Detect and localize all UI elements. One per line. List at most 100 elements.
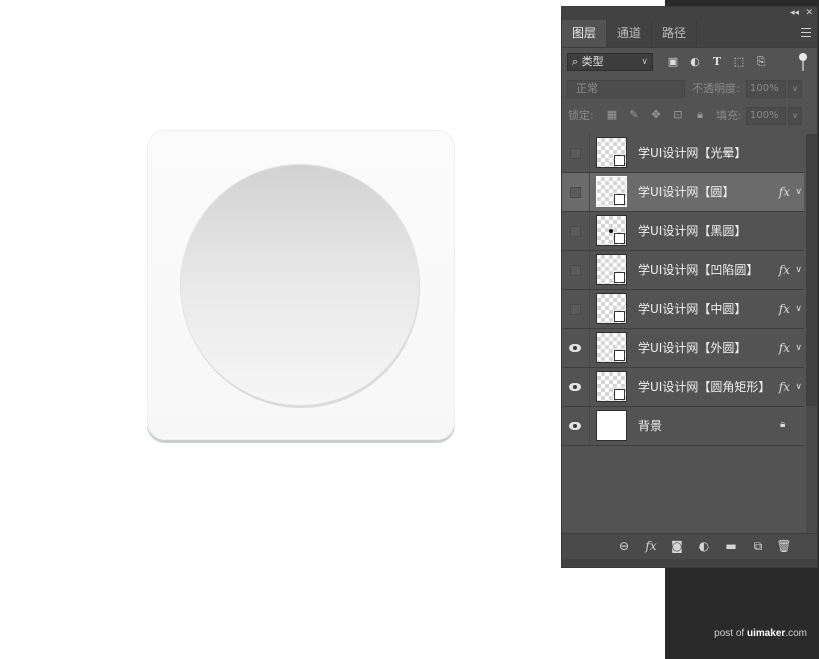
visibility-toggle[interactable] xyxy=(568,263,582,277)
fx-icon[interactable]: fx xyxy=(779,290,790,328)
scrollbar-thumb[interactable] xyxy=(806,134,817,406)
layers-scrollbar[interactable] xyxy=(806,134,817,534)
type-filter-icon[interactable]: T xyxy=(710,55,724,69)
layer-name[interactable]: 学UI设计网【光晕】 xyxy=(638,134,746,172)
collapse-icon[interactable]: ◂◂ xyxy=(790,7,799,20)
layer-row[interactable]: 学UI设计网【圆】 fx ∨ xyxy=(562,173,804,212)
lock-image-pixels-icon[interactable]: ✎ xyxy=(628,109,640,121)
layer-name[interactable]: 学UI设计网【中圆】 xyxy=(638,290,746,328)
fill-dropdown-icon[interactable]: ∨ xyxy=(788,107,802,125)
tab-layers[interactable]: 图层 xyxy=(562,20,608,47)
layer-name[interactable]: 学UI设计网【凹陷圆】 xyxy=(638,251,758,289)
shape-filter-icon[interactable]: ⬚ xyxy=(732,55,746,69)
layer-row[interactable]: 学UI设计网【凹陷圆】 fx ∨ xyxy=(562,251,804,290)
lock-row: 锁定: ▦ ✎ ✥ ⊡ 🔒︎ 填充: 100% ∨ xyxy=(562,102,817,129)
lock-icon[interactable]: 🔒︎ xyxy=(780,419,790,431)
layer-name[interactable]: 背景 xyxy=(638,407,662,445)
layer-row[interactable]: 学UI设计网【圆角矩形】 fx ∨ xyxy=(562,368,804,407)
smart-object-icon xyxy=(614,272,625,283)
chevron-down-icon: ∨ xyxy=(641,57,648,67)
lock-label: 锁定: xyxy=(568,109,594,122)
delete-layer-icon[interactable]: 🗑︎ xyxy=(776,539,792,554)
fx-icon[interactable]: fx xyxy=(779,368,790,406)
layer-row[interactable]: 学UI设计网【外圆】 fx ∨ xyxy=(562,329,804,368)
layer-row[interactable]: 学UI设计网【中圆】 fx ∨ xyxy=(562,290,804,329)
layers-panel: ◂◂ ✕ 图层 通道 路径 ⌕ 类型 ∨ ▣ ◐ T ⬚ ⎘ 正常 不透明度: … xyxy=(561,6,818,568)
visibility-toggle[interactable] xyxy=(568,419,582,433)
chevron-down-icon[interactable]: ∨ xyxy=(795,251,802,289)
new-layer-icon[interactable]: ⧉ xyxy=(750,539,766,554)
layer-thumbnail xyxy=(596,371,627,402)
layer-name[interactable]: 学UI设计网【圆】 xyxy=(638,173,734,211)
watermark-suffix: .com xyxy=(785,628,807,639)
link-layers-icon[interactable]: ⊖ xyxy=(616,539,632,554)
adjustment-filter-icon[interactable]: ◐ xyxy=(688,55,702,69)
opacity-input[interactable]: 100% xyxy=(746,80,786,98)
layer-thumbnail xyxy=(596,293,627,324)
search-icon: ⌕ xyxy=(572,55,579,68)
new-adjustment-layer-icon[interactable]: ◐ xyxy=(696,539,712,554)
tab-paths[interactable]: 路径 xyxy=(652,20,698,47)
visibility-toggle[interactable] xyxy=(568,341,582,355)
watermark: post of uimaker.com xyxy=(714,628,807,639)
layer-row[interactable]: 背景 🔒︎ xyxy=(562,407,804,446)
blend-mode-select[interactable]: 正常 xyxy=(567,80,685,98)
smart-object-icon xyxy=(614,155,625,166)
smart-object-filter-icon[interactable]: ⎘ xyxy=(754,55,768,69)
new-group-icon[interactable]: ▬ xyxy=(723,539,739,554)
layer-thumbnail xyxy=(596,410,627,441)
panel-bottom-toolbar: ⊖ fx ◙ ◐ ▬ ⧉ 🗑︎ xyxy=(562,533,817,559)
smart-object-icon xyxy=(614,350,625,361)
eye-icon xyxy=(569,344,581,352)
filter-type-label: 类型 xyxy=(581,55,604,68)
layers-list: 学UI设计网【光晕】 学UI设计网【圆】 fx ∨ 学UI设计网【黑圆】 学UI… xyxy=(562,134,804,446)
opacity-label: 不透明度: xyxy=(692,82,740,95)
smart-object-icon xyxy=(614,233,625,244)
visibility-toggle[interactable] xyxy=(568,185,582,199)
layer-thumbnail xyxy=(596,215,627,246)
opacity-dropdown-icon[interactable]: ∨ xyxy=(788,80,802,98)
visibility-toggle[interactable] xyxy=(568,380,582,394)
lock-all-icon[interactable]: 🔒︎ xyxy=(694,109,706,121)
layer-filter-select[interactable]: ⌕ 类型 ∨ xyxy=(567,53,653,71)
layer-thumbnail xyxy=(596,137,627,168)
fill-label: 填充: xyxy=(716,109,742,122)
lock-artboard-icon[interactable]: ⊡ xyxy=(672,109,684,121)
blend-row: 正常 不透明度: 100% ∨ xyxy=(562,75,817,102)
chevron-down-icon[interactable]: ∨ xyxy=(795,290,802,328)
lock-transparent-pixels-icon[interactable]: ▦ xyxy=(606,109,618,121)
visibility-toggle[interactable] xyxy=(568,224,582,238)
visibility-toggle[interactable] xyxy=(568,302,582,316)
smart-object-icon xyxy=(614,389,625,400)
eye-icon xyxy=(569,422,581,430)
image-filter-icon[interactable]: ▣ xyxy=(666,55,680,69)
layer-row[interactable]: 学UI设计网【黑圆】 xyxy=(562,212,804,251)
panel-resize-bar[interactable] xyxy=(562,559,817,567)
layer-name[interactable]: 学UI设计网【外圆】 xyxy=(638,329,746,367)
add-layer-style-icon[interactable]: fx xyxy=(643,539,659,554)
fx-icon[interactable]: fx xyxy=(779,173,790,211)
tab-channels[interactable]: 通道 xyxy=(607,20,653,47)
add-mask-icon[interactable]: ◙ xyxy=(669,539,685,554)
eye-icon xyxy=(569,383,581,391)
panel-menu-icon[interactable] xyxy=(801,28,811,37)
fx-icon[interactable]: fx xyxy=(779,329,790,367)
panel-title-bar[interactable]: ◂◂ ✕ xyxy=(562,7,817,20)
document-canvas[interactable] xyxy=(0,0,560,659)
layer-thumbnail xyxy=(596,254,627,285)
chevron-down-icon[interactable]: ∨ xyxy=(795,173,802,211)
fx-icon[interactable]: fx xyxy=(779,251,790,289)
filter-toggle[interactable] xyxy=(799,53,807,71)
watermark-brand: uimaker xyxy=(746,628,786,639)
layer-name[interactable]: 学UI设计网【圆角矩形】 xyxy=(638,368,770,406)
fill-input[interactable]: 100% xyxy=(746,107,786,125)
chevron-down-icon[interactable]: ∨ xyxy=(795,329,802,367)
visibility-toggle[interactable] xyxy=(568,146,582,160)
lock-position-icon[interactable]: ✥ xyxy=(650,109,662,121)
close-icon[interactable]: ✕ xyxy=(805,7,813,20)
layer-thumbnail xyxy=(596,176,627,207)
chevron-down-icon[interactable]: ∨ xyxy=(795,368,802,406)
layer-name[interactable]: 学UI设计网【黑圆】 xyxy=(638,212,746,250)
watermark-prefix: post of xyxy=(714,628,747,639)
layer-row[interactable]: 学UI设计网【光晕】 xyxy=(562,134,804,173)
